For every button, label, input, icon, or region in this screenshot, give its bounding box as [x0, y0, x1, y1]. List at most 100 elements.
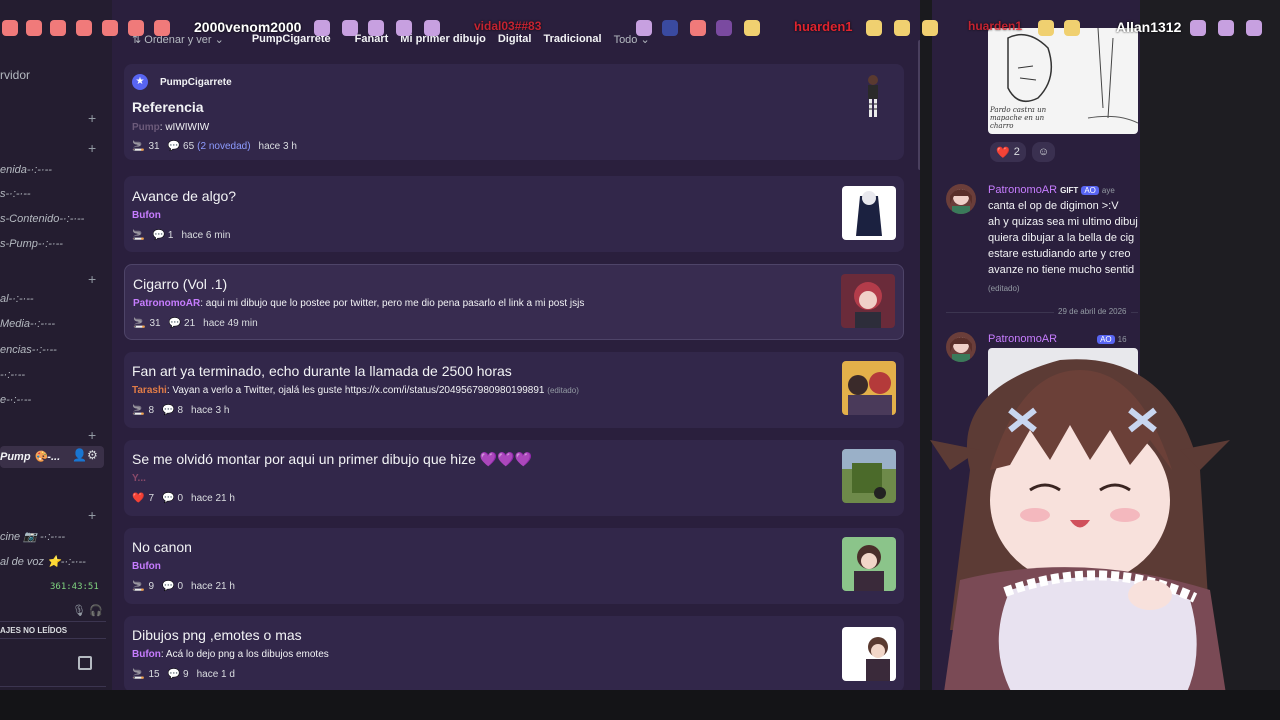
post-author: Pump [132, 122, 160, 133]
message-count: 💬 9 [168, 669, 189, 680]
channel-item[interactable]: e-·:-·-- [0, 394, 31, 406]
chat-bubble-icon: 💬 [162, 405, 175, 416]
author-name: PatronomoAR [988, 184, 1058, 196]
post-title: Cigarro (Vol .1) [133, 276, 228, 292]
message-count: 💬 0 [162, 581, 183, 592]
emote-icon [314, 20, 330, 36]
post-stats: 🚬 💬 1 hace 6 min [132, 230, 230, 241]
post-title: Referencia [132, 99, 204, 115]
emote-icon [636, 20, 652, 36]
forum-panel: ⇅ Ordenar y ver ⌄ PumpCigarrete Fanart M… [112, 0, 920, 690]
chat-bubble-icon: 💬 [167, 669, 181, 680]
add-channel-icon[interactable]: + [88, 110, 96, 126]
post-author-line: Y... [132, 473, 146, 484]
channel-item[interactable]: al-·:-·-- [0, 293, 34, 305]
heart-reaction[interactable]: ❤️ 2 [990, 142, 1026, 162]
forum-post[interactable]: Cigarro (Vol .1) PatronomoAR: aqui mi di… [124, 264, 904, 340]
emote-icon [690, 20, 706, 36]
forum-post[interactable]: Dibujos png ,emotes o mas Bufon: Acá lo … [124, 616, 904, 690]
post-stats: 🚬 8 💬 8 hace 3 h [132, 405, 229, 416]
forum-post[interactable]: No canon Bufon 🚬 9 💬 0 hace 21 h [124, 528, 904, 604]
add-member-icon[interactable]: 👤 [72, 448, 87, 462]
cigarette-icon: 🚬 [132, 405, 145, 416]
forum-post[interactable]: Se me olvidó montar por aqui un primer d… [124, 440, 904, 516]
message-line: avanze no tiene mucho sentid [988, 264, 1135, 276]
channel-settings-icons[interactable]: 👤⚙ [72, 448, 98, 462]
active-channel-label[interactable]: Pump 🎨-... [0, 450, 60, 463]
message-count: 💬 21 [169, 318, 196, 329]
message-count: 💬 0 [162, 493, 183, 504]
post-thumbnail [842, 186, 896, 240]
pin-icon: ★ [132, 74, 148, 90]
message-author[interactable]: PatronomoAR GIFT AO aye [988, 184, 1115, 196]
emote-icon [1246, 20, 1262, 36]
like-count: 7 [148, 493, 155, 504]
forum-post[interactable]: Avance de algo? Bufon 🚬 💬 1 hace 6 min [124, 176, 904, 252]
chat-bubble-icon: 💬 [152, 230, 165, 241]
emote-icon [76, 20, 92, 36]
forum-scrollbar[interactable] [918, 40, 920, 170]
post-thumbnail [841, 274, 895, 328]
channel-item[interactable]: encias-·:-·-- [0, 344, 57, 356]
like-count: 31 [148, 141, 160, 152]
channel-item[interactable]: s-Contenido-·:-·-- [0, 213, 84, 225]
message-line: quiera dibujar a la bella de cig [988, 232, 1135, 244]
role-badge: AO [1081, 186, 1099, 195]
reaction-count: ❤️ 7 [132, 493, 154, 504]
post-stats: 🚬 15 💬 9 hace 1 d [132, 669, 235, 680]
post-preview: : Vayan a verlo a Twitter, ojalá les gus… [166, 385, 545, 396]
emote-icon [744, 20, 760, 36]
post-stats: 🚬 31 💬 65 (2 novedad) hace 3 h [132, 141, 297, 152]
screen-share-icon[interactable] [78, 656, 92, 670]
sketch-image[interactable]: Pardo castra un mapache en un charro [988, 28, 1138, 134]
channel-item[interactable]: s-Pump-·:-·-- [0, 238, 63, 250]
post-author-line: Bufon: Acá lo dejo png a los dibujos emo… [132, 649, 329, 660]
emote-icon [102, 20, 118, 36]
post-author: PatronomoAR [133, 298, 201, 309]
post-author-line: Pump: wIWIWIW [132, 122, 209, 133]
stream-chat-overlay: 2000venom2000 vidal03##83 huarden1 huard… [0, 14, 1280, 42]
add-channel-icon[interactable]: + [88, 271, 96, 287]
reaction-row: ❤️ 2 ☺ [990, 142, 1056, 162]
message-count: 💬 8 [162, 405, 183, 416]
unread-messages-bar[interactable]: AJES NO LEÍDOS [0, 621, 106, 639]
post-author-line: Bufon [132, 210, 161, 221]
post-thumbnail [842, 537, 896, 591]
post-time: hace 21 h [191, 581, 235, 592]
add-channel-icon[interactable]: + [88, 507, 96, 523]
avatar[interactable] [946, 184, 976, 214]
mute-icons[interactable]: 🎙 🎧 [72, 604, 103, 617]
add-channel-icon[interactable]: + [88, 427, 96, 443]
chat-bubble-icon: 💬 [168, 318, 182, 329]
edited-label: (editado) [988, 284, 1020, 293]
bottom-strip [0, 690, 1280, 720]
channel-item[interactable]: s-·:-·-- [0, 188, 31, 200]
voice-channel-item[interactable]: al de voz ⭐-·:-·-- [0, 555, 86, 568]
msg-count: 0 [177, 493, 184, 504]
post-thumbnail [842, 449, 896, 503]
gear-icon[interactable]: ⚙ [87, 448, 98, 462]
emote-icon [128, 20, 144, 36]
emote-icon [50, 20, 66, 36]
emote-icon [1064, 20, 1080, 36]
post-time: hace 1 d [196, 669, 235, 680]
cigarette-icon: 🚬 [132, 669, 145, 680]
message-line: canta el op de digimon >:V [988, 200, 1119, 212]
like-count: 9 [148, 581, 155, 592]
channel-item[interactable]: -·:-·-- [0, 369, 25, 381]
forum-post[interactable]: ★ PumpCigarrete Referencia Pump: wIWIWIW… [124, 64, 904, 160]
emote-icon [716, 20, 732, 36]
channel-item[interactable]: Media-·:-·-- [0, 318, 55, 330]
smiley-icon: ☺ [1037, 146, 1050, 158]
cigarette-icon: 🚬 [132, 581, 145, 592]
forum-post[interactable]: Fan art ya terminado, echo durante la ll… [124, 352, 904, 428]
post-time: hace 3 h [258, 141, 297, 152]
channel-item[interactable]: enida-·:-·-- [0, 164, 52, 176]
server-label[interactable]: rvidor [0, 68, 30, 82]
add-reaction-button[interactable]: ☺ [1031, 142, 1056, 162]
emote-icon [396, 20, 412, 36]
add-channel-icon[interactable]: + [88, 140, 96, 156]
post-preview: : Acá lo dejo png a los dibujos emotes [160, 649, 329, 660]
reaction-count: 🚬 [132, 230, 144, 241]
voice-channel-item[interactable]: cine 📷 -·:-·-- [0, 530, 65, 543]
